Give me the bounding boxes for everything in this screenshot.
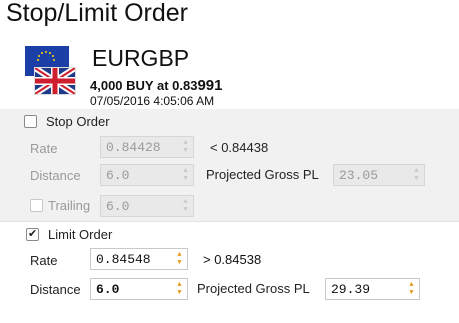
limit-distance-value: 6.0 bbox=[96, 282, 120, 297]
stop-distance-value: 6.0 bbox=[106, 168, 130, 183]
limit-rate-input[interactable]: 0.84548 ▲ ▼ bbox=[90, 248, 188, 270]
trailing-label: Trailing bbox=[48, 198, 91, 213]
stop-order-checkbox[interactable] bbox=[24, 115, 37, 128]
stop-rate-stepper[interactable]: ▲ ▼ bbox=[178, 137, 193, 157]
limit-rate-hint: > 0.84538 bbox=[203, 252, 262, 267]
limit-order-label: Limit Order bbox=[48, 227, 113, 242]
trailing-stepper[interactable]: ▲ ▼ bbox=[178, 196, 193, 216]
window-title: Stop/Limit Order bbox=[6, 0, 189, 27]
stop-distance-label: Distance bbox=[30, 168, 81, 183]
uk-flag-icon bbox=[33, 65, 77, 97]
limit-rate-stepper[interactable]: ▲ ▼ bbox=[172, 249, 187, 269]
stop-order-label: Stop Order bbox=[46, 114, 110, 129]
stop-rate-input[interactable]: 0.84428 ▲ ▼ bbox=[100, 136, 194, 158]
limit-order-checkbox[interactable] bbox=[26, 227, 39, 241]
trade-pips: 991 bbox=[197, 77, 223, 94]
stop-gross-label: Projected Gross PL bbox=[206, 167, 319, 182]
limit-distance-stepper[interactable]: ▲ ▼ bbox=[172, 279, 187, 299]
limit-gross-label: Projected Gross PL bbox=[197, 281, 310, 296]
limit-rate-label: Rate bbox=[30, 253, 58, 268]
stop-rate-hint: < 0.84438 bbox=[210, 140, 269, 155]
limit-distance-input[interactable]: 6.0 ▲ ▼ bbox=[90, 278, 188, 300]
stop-gross-stepper[interactable]: ▲ ▼ bbox=[409, 165, 424, 185]
trailing-value: 6.0 bbox=[106, 199, 130, 214]
trade-datetime: 07/05/2016 4:05:06 AM bbox=[90, 94, 215, 108]
trade-prefix: 4,000 BUY at 0.83 bbox=[90, 78, 198, 93]
trade-summary: 4,000 BUY at 0.83991 bbox=[90, 77, 222, 94]
instrument-symbol: EURGBP bbox=[92, 45, 190, 71]
stop-distance-stepper[interactable]: ▲ ▼ bbox=[178, 165, 193, 185]
stop-distance-input[interactable]: 6.0 ▲ ▼ bbox=[100, 164, 194, 186]
limit-gross-value: 29.39 bbox=[331, 282, 371, 297]
stop-rate-label: Rate bbox=[30, 141, 58, 156]
limit-gross-input[interactable]: 29.39 ▲ ▼ bbox=[325, 278, 420, 300]
limit-distance-label: Distance bbox=[30, 282, 81, 297]
trailing-checkbox[interactable] bbox=[30, 199, 43, 212]
trailing-input[interactable]: 6.0 ▲ ▼ bbox=[100, 195, 194, 217]
stop-gross-value: 23.05 bbox=[339, 168, 379, 183]
limit-gross-stepper[interactable]: ▲ ▼ bbox=[404, 279, 419, 299]
limit-rate-value: 0.84548 bbox=[96, 252, 151, 267]
stop-gross-input[interactable]: 23.05 ▲ ▼ bbox=[333, 164, 425, 186]
limit-order-section: Limit Order Rate 0.84548 ▲▼ > 0.84538 Di… bbox=[0, 221, 459, 323]
stop-rate-value: 0.84428 bbox=[106, 140, 161, 155]
stop-order-section: Stop Order Rate 0.84428 ▲ ▼ < 0.84438 Dis… bbox=[0, 109, 459, 221]
